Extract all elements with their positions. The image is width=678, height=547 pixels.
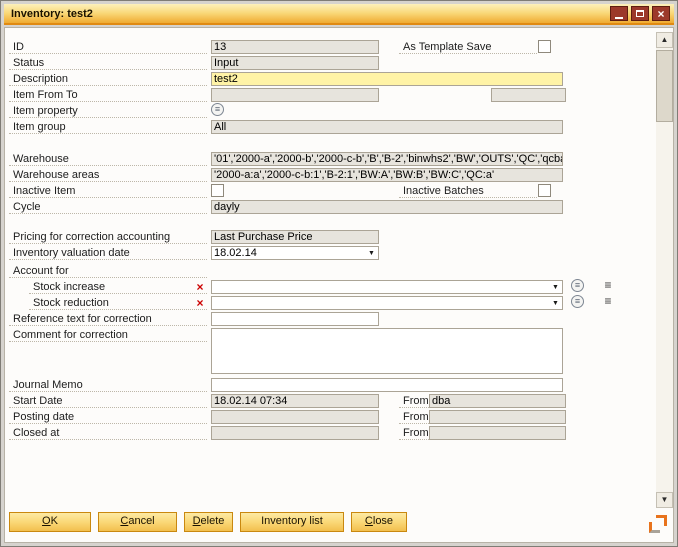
closed-at-field bbox=[211, 426, 379, 440]
stock-reduction-choose-button[interactable]: ≡ bbox=[571, 295, 584, 308]
description-input[interactable] bbox=[211, 72, 563, 86]
stock-increase-choose-button[interactable]: ≡ bbox=[571, 279, 584, 292]
posting-date-label: Posting date bbox=[9, 410, 207, 424]
inventory-window: Inventory: test2 × ID 13 As Template Sav… bbox=[0, 0, 678, 547]
pricing-label: Pricing for correction accounting bbox=[9, 230, 207, 244]
inventory-list-button[interactable]: Inventory list bbox=[240, 512, 344, 532]
posting-date-field bbox=[211, 410, 379, 424]
cycle-field: dayly bbox=[211, 200, 563, 214]
start-date-field: 18.02.14 07:34 bbox=[211, 394, 379, 408]
button-row: OK Cancel Delete Inventory list Close bbox=[9, 512, 407, 532]
item-from-to-label: Item From To bbox=[9, 88, 207, 102]
titlebar: Inventory: test2 × bbox=[4, 4, 674, 25]
ok-button[interactable]: OK bbox=[9, 512, 91, 532]
arrow-down-icon: ▼ bbox=[661, 495, 669, 504]
item-to-field bbox=[491, 88, 566, 102]
delete-button[interactable]: Delete bbox=[184, 512, 233, 532]
minimize-icon bbox=[615, 17, 623, 19]
stock-increase-list-button[interactable]: ≡ bbox=[601, 279, 615, 292]
close-icon: × bbox=[657, 9, 664, 19]
item-from-field bbox=[211, 88, 379, 102]
item-property-label: Item property bbox=[9, 104, 207, 118]
close-button[interactable]: × bbox=[652, 6, 670, 21]
inactive-batches-label: Inactive Batches bbox=[399, 184, 537, 198]
stock-increase-combo[interactable] bbox=[211, 280, 563, 294]
closed-at-from-field bbox=[429, 426, 566, 440]
reference-text-label: Reference text for correction bbox=[9, 312, 207, 326]
restore-icon bbox=[636, 10, 644, 17]
stock-reduction-label: Stock reduction bbox=[29, 296, 207, 310]
status-field: Input bbox=[211, 56, 379, 70]
inactive-item-label: Inactive Item bbox=[9, 184, 207, 198]
warehouse-field: '01','2000-a','2000-b','2000-c-b','B','B… bbox=[211, 152, 563, 166]
comment-label: Comment for correction bbox=[9, 328, 207, 342]
scrollbar-thumb[interactable] bbox=[656, 50, 673, 122]
item-property-choose-button[interactable]: ≡ bbox=[211, 103, 224, 116]
stock-reduction-combo[interactable] bbox=[211, 296, 563, 310]
stock-increase-required-marker: × bbox=[195, 281, 205, 293]
warehouse-areas-label: Warehouse areas bbox=[9, 168, 207, 182]
journal-memo-label: Journal Memo bbox=[9, 378, 207, 392]
valuation-date-combo[interactable] bbox=[211, 246, 379, 260]
closed-at-from-label: From bbox=[399, 426, 429, 440]
id-label: ID bbox=[9, 40, 207, 54]
choose-from-list-icon: ≡ bbox=[575, 296, 580, 306]
scroll-up-button[interactable]: ▲ bbox=[656, 32, 673, 48]
description-label: Description bbox=[9, 72, 207, 86]
account-for-label: Account for bbox=[9, 264, 207, 278]
warehouse-label: Warehouse bbox=[9, 152, 207, 166]
as-template-save-checkbox[interactable] bbox=[538, 40, 551, 53]
arrow-up-icon: ▲ bbox=[661, 35, 669, 44]
cancel-button[interactable]: Cancel bbox=[98, 512, 177, 532]
start-date-from-field: dba bbox=[429, 394, 566, 408]
stock-increase-label: Stock increase bbox=[29, 280, 207, 294]
form-area: ID 13 As Template Save Status Input Desc… bbox=[4, 27, 674, 543]
list-icon: ≡ bbox=[604, 278, 611, 292]
scroll-down-button[interactable]: ▼ bbox=[656, 492, 673, 508]
stock-reduction-list-button[interactable]: ≡ bbox=[601, 295, 615, 308]
comment-textarea[interactable] bbox=[211, 328, 563, 374]
pricing-field: Last Purchase Price bbox=[211, 230, 379, 244]
choose-from-list-icon: ≡ bbox=[575, 280, 580, 290]
status-label: Status bbox=[9, 56, 207, 70]
inactive-item-checkbox[interactable] bbox=[211, 184, 224, 197]
posting-date-from-field bbox=[429, 410, 566, 424]
posting-date-from-label: From bbox=[399, 410, 429, 424]
journal-memo-input[interactable] bbox=[211, 378, 563, 392]
close-form-button[interactable]: Close bbox=[351, 512, 407, 532]
scrollbar-track[interactable] bbox=[656, 48, 673, 492]
valuation-date-label: Inventory valuation date bbox=[9, 246, 207, 260]
as-template-save-label: As Template Save bbox=[399, 40, 537, 54]
minimize-button[interactable] bbox=[610, 6, 628, 21]
start-date-label: Start Date bbox=[9, 394, 207, 408]
warehouse-areas-field: '2000-a:a','2000-c-b:1','B-2:1','BW:A','… bbox=[211, 168, 563, 182]
window-title: Inventory: test2 bbox=[11, 8, 93, 20]
item-group-field: All bbox=[211, 120, 563, 134]
sap-b1-logo-icon bbox=[649, 515, 667, 533]
closed-at-label: Closed at bbox=[9, 426, 207, 440]
item-group-label: Item group bbox=[9, 120, 207, 134]
window-controls: × bbox=[610, 6, 670, 21]
vertical-scrollbar[interactable]: ▲ ▼ bbox=[656, 32, 673, 508]
choose-from-list-icon: ≡ bbox=[215, 104, 220, 114]
id-field: 13 bbox=[211, 40, 379, 54]
cycle-label: Cycle bbox=[9, 200, 207, 214]
stock-reduction-required-marker: × bbox=[195, 297, 205, 309]
restore-button[interactable] bbox=[631, 6, 649, 21]
inactive-batches-checkbox[interactable] bbox=[538, 184, 551, 197]
start-date-from-label: From bbox=[399, 394, 429, 408]
reference-text-input[interactable] bbox=[211, 312, 379, 326]
list-icon: ≡ bbox=[604, 294, 611, 308]
